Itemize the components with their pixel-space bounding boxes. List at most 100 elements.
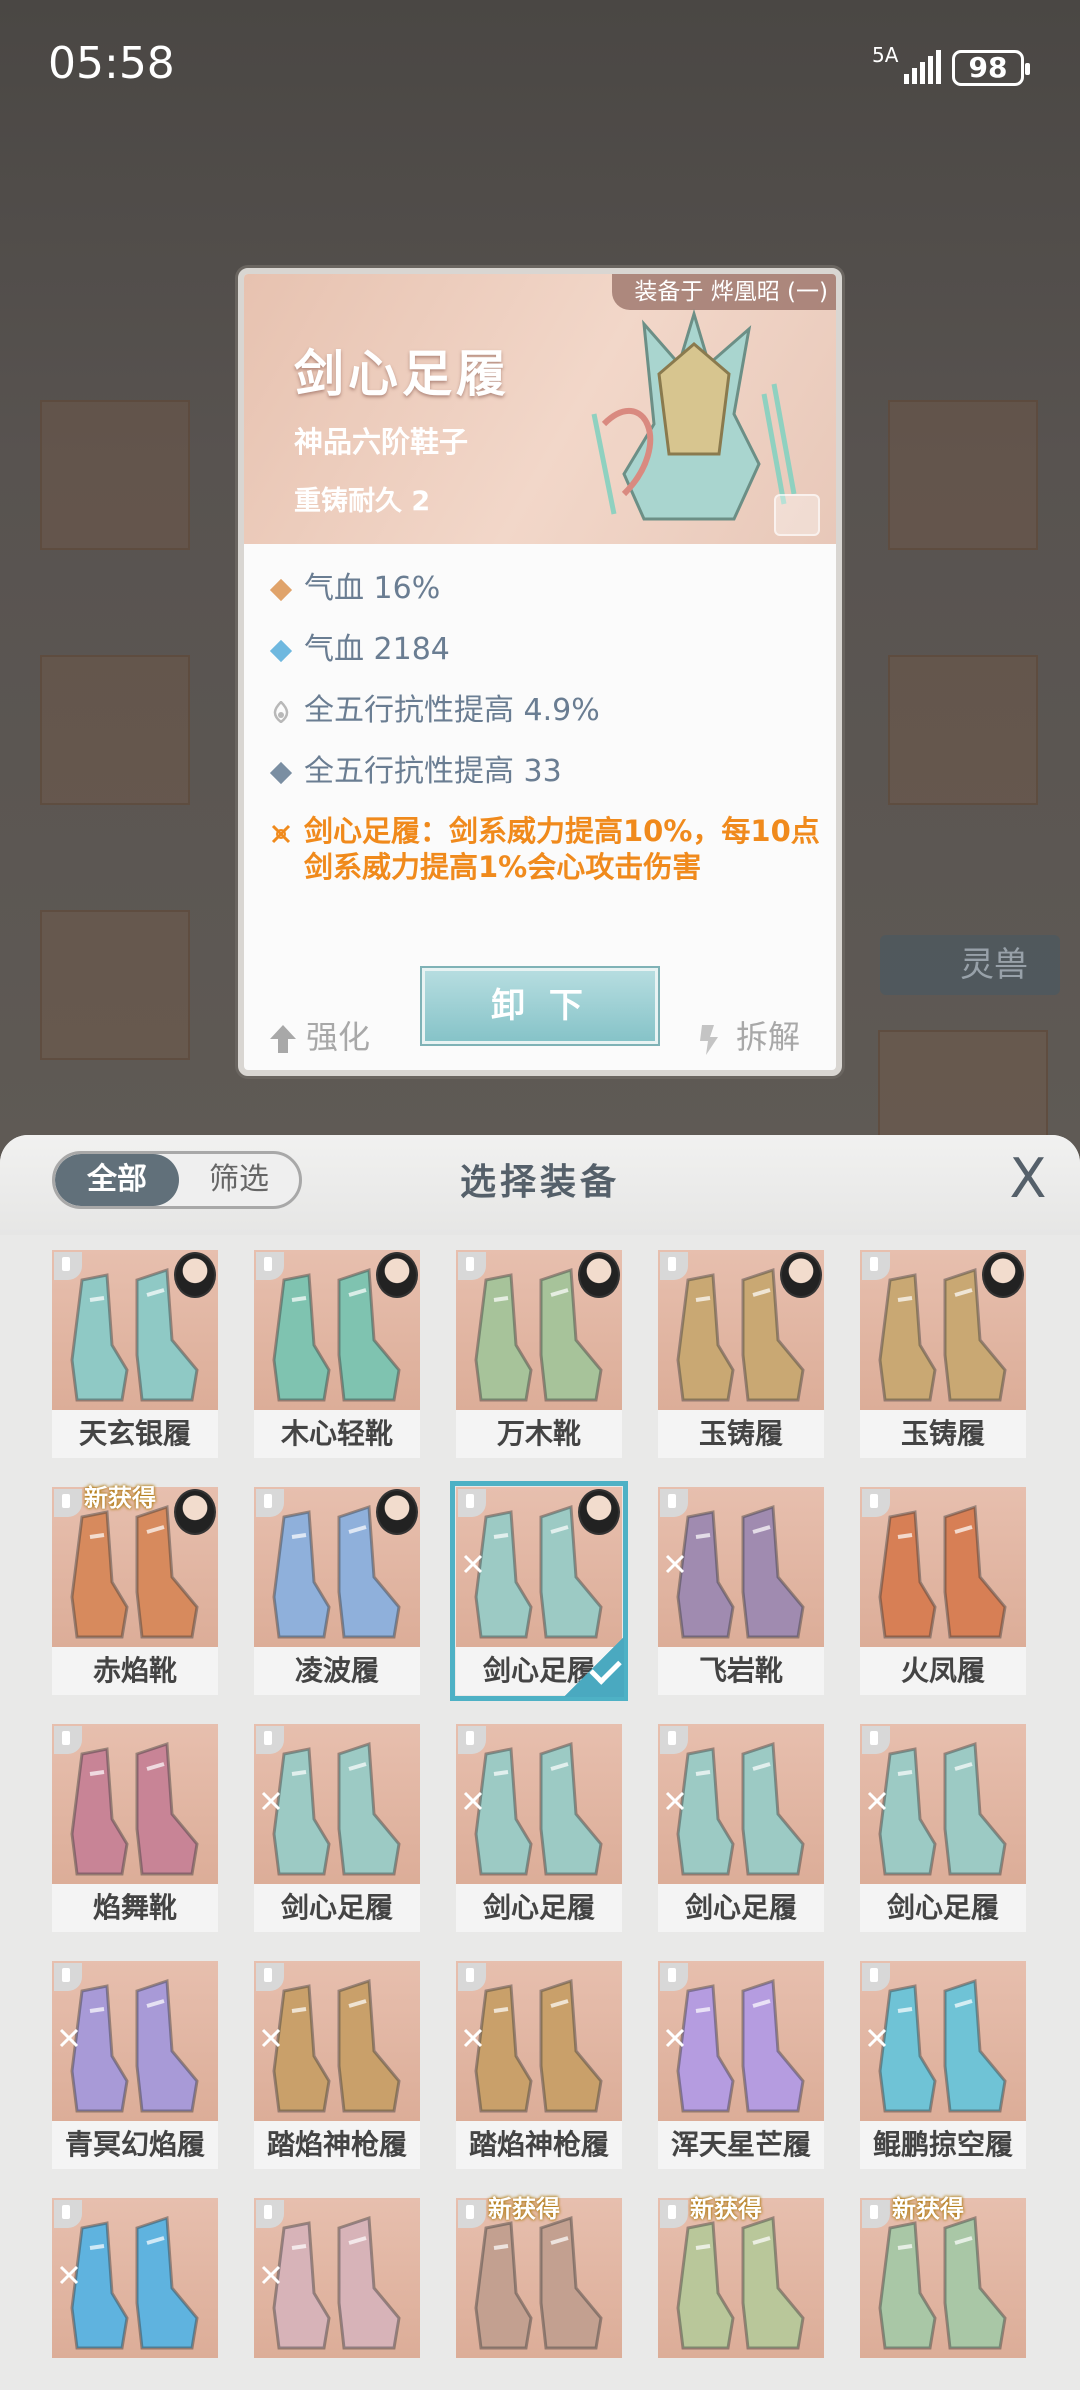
boot-category-icon bbox=[862, 1489, 890, 1517]
stat-row: 气血 2184 bbox=[268, 630, 828, 691]
stat-row: 全五行抗性提高 4.9% bbox=[268, 691, 828, 752]
arrow-up-icon bbox=[270, 1025, 296, 1053]
set-effect-icon bbox=[665, 2028, 685, 2048]
set-effect-icon bbox=[261, 1791, 281, 1811]
orange-diamond-icon bbox=[269, 578, 293, 602]
new-badge: 新获得 bbox=[84, 1484, 156, 1512]
equipment-tile[interactable]: 新获得 bbox=[456, 2195, 622, 2390]
character-portrait-icon bbox=[376, 1252, 418, 1298]
close-icon[interactable]: X bbox=[1000, 1152, 1056, 1209]
dismantle-button[interactable]: 拆解 bbox=[696, 1012, 800, 1058]
boot-category-icon bbox=[660, 1963, 688, 1991]
equipment-tile[interactable]: 踏焰神枪履 bbox=[254, 1961, 420, 2169]
equipment-tile[interactable]: 青冥幻焰履 bbox=[52, 1961, 218, 2169]
character-portrait-icon bbox=[780, 1252, 822, 1298]
boot-category-icon bbox=[660, 1489, 688, 1517]
boot-category-icon bbox=[458, 1489, 486, 1517]
set-effect-icon bbox=[463, 1554, 483, 1574]
background-equip-slot bbox=[878, 1030, 1048, 1140]
sword-set-icon bbox=[271, 824, 291, 844]
equipment-tile[interactable] bbox=[254, 2198, 420, 2390]
equipment-tile[interactable] bbox=[52, 2198, 218, 2390]
stat-row: 气血 16% bbox=[268, 569, 828, 630]
signal-icon bbox=[904, 48, 941, 84]
equipment-tile[interactable]: 鲲鹏掠空履 bbox=[860, 1961, 1026, 2169]
equipment-name: 凌波履 bbox=[254, 1647, 420, 1695]
boot-category-icon bbox=[256, 1726, 284, 1754]
new-badge: 新获得 bbox=[690, 2195, 762, 2223]
background-equip-slot bbox=[40, 655, 190, 805]
select-equipment-panel: 全部 筛选 选择装备 X 天玄银履 木心轻靴 万木靴 玉铸履 玉铸履 新获得 赤焰靴 凌波履剑… bbox=[0, 1135, 1080, 2390]
equipment-tile[interactable]: 木心轻靴 bbox=[254, 1250, 420, 1458]
equipment-name: 踏焰神枪履 bbox=[254, 2121, 420, 2169]
boot-category-icon bbox=[256, 1963, 284, 1991]
boot-category-icon bbox=[256, 1489, 284, 1517]
equipment-tile[interactable]: 玉铸履 bbox=[860, 1250, 1026, 1458]
unequip-button[interactable]: 卸 下 bbox=[422, 968, 658, 1044]
equipment-tile[interactable]: 剑心足履 bbox=[860, 1724, 1026, 1932]
character-portrait-icon bbox=[376, 1489, 418, 1535]
lock-icon[interactable] bbox=[774, 494, 820, 536]
set-effect-icon bbox=[867, 1791, 887, 1811]
equipment-tile[interactable]: 新获得赤焰靴 bbox=[52, 1484, 218, 1695]
equipment-tile[interactable]: 天玄银履 bbox=[52, 1250, 218, 1458]
panel-header: 全部 筛选 选择装备 X bbox=[0, 1135, 1080, 1235]
panel-title: 选择装备 bbox=[459, 1162, 620, 1203]
blue-diamond-icon bbox=[269, 639, 293, 663]
equipment-tile[interactable]: 新获得 bbox=[860, 2195, 1026, 2390]
equipment-tile[interactable]: 凌波履 bbox=[254, 1487, 420, 1695]
boot-category-icon bbox=[862, 1726, 890, 1754]
equipment-name: 焰舞靴 bbox=[52, 1884, 218, 1932]
set-effect-icon bbox=[59, 2265, 79, 2285]
equipment-tile[interactable]: 浑天星芒履 bbox=[658, 1961, 824, 2169]
background-equip-slot bbox=[40, 400, 190, 550]
equipment-tile[interactable]: 火凤履 bbox=[860, 1487, 1026, 1695]
boot-category-icon bbox=[54, 1963, 82, 1991]
flame-icon bbox=[273, 701, 289, 723]
background-equip-slot bbox=[888, 655, 1038, 805]
equipment-name: 木心轻靴 bbox=[254, 1410, 420, 1458]
equipment-tile[interactable]: 剑心足履 bbox=[658, 1724, 824, 1932]
boot-category-icon bbox=[660, 1726, 688, 1754]
boot-category-icon bbox=[862, 1963, 890, 1991]
equipment-name: 剑心足履 bbox=[456, 1884, 622, 1932]
item-durability: 重铸耐久 2 bbox=[294, 486, 431, 517]
equipment-tile[interactable]: 焰舞靴 bbox=[52, 1724, 218, 1932]
status-time: 05:58 bbox=[48, 38, 175, 89]
equipment-tile[interactable]: 飞岩靴 bbox=[658, 1487, 824, 1695]
character-portrait-icon bbox=[982, 1252, 1024, 1298]
character-portrait-icon bbox=[174, 1489, 216, 1535]
equipment-name: 剑心足履 bbox=[860, 1884, 1026, 1932]
set-effect-icon bbox=[665, 1554, 685, 1574]
character-portrait-icon bbox=[174, 1252, 216, 1298]
enhance-button[interactable]: 强化 bbox=[268, 1012, 370, 1058]
network-indicator: 5A bbox=[872, 43, 899, 67]
background-equip-slot bbox=[888, 400, 1038, 550]
battery-icon: 98 bbox=[952, 50, 1030, 86]
equipment-tile[interactable]: 踏焰神枪履 bbox=[456, 1961, 622, 2169]
equipment-tile[interactable]: 剑心足履 bbox=[456, 1724, 622, 1932]
boot-artwork bbox=[591, 308, 797, 521]
set-effect-icon bbox=[59, 2028, 79, 2048]
special-effect: 剑心足履：剑系威力提高10%，每10点剑系威力提高1%会心攻击伤害 bbox=[268, 813, 828, 885]
equipment-name: 剑心足履 bbox=[658, 1884, 824, 1932]
boot-category-icon bbox=[458, 1963, 486, 1991]
equipment-tile[interactable]: 玉铸履 bbox=[658, 1250, 824, 1458]
set-effect-icon bbox=[867, 2028, 887, 2048]
set-effect-icon bbox=[463, 1791, 483, 1811]
character-portrait-icon bbox=[578, 1252, 620, 1298]
equipment-name: 赤焰靴 bbox=[52, 1647, 218, 1695]
boot-category-icon bbox=[862, 1252, 890, 1280]
equipment-tile[interactable]: 新获得 bbox=[658, 2195, 824, 2390]
equipment-tile[interactable]: 剑心足履 bbox=[450, 1481, 628, 1701]
equipment-name: 火凤履 bbox=[860, 1647, 1026, 1695]
status-bar: 05:58 5A 98 bbox=[0, 0, 1080, 130]
background-pet-tab: 灵兽 bbox=[880, 935, 1060, 995]
equipment-name: 鲲鹏掠空履 bbox=[860, 2121, 1026, 2169]
equipment-tile[interactable]: 万木靴 bbox=[456, 1250, 622, 1458]
set-effect-icon bbox=[261, 2028, 281, 2048]
boot-category-icon bbox=[458, 1252, 486, 1280]
equipment-tile[interactable]: 剑心足履 bbox=[254, 1724, 420, 1932]
equipment-name: 飞岩靴 bbox=[658, 1647, 824, 1695]
boot-category-icon bbox=[54, 2200, 82, 2228]
